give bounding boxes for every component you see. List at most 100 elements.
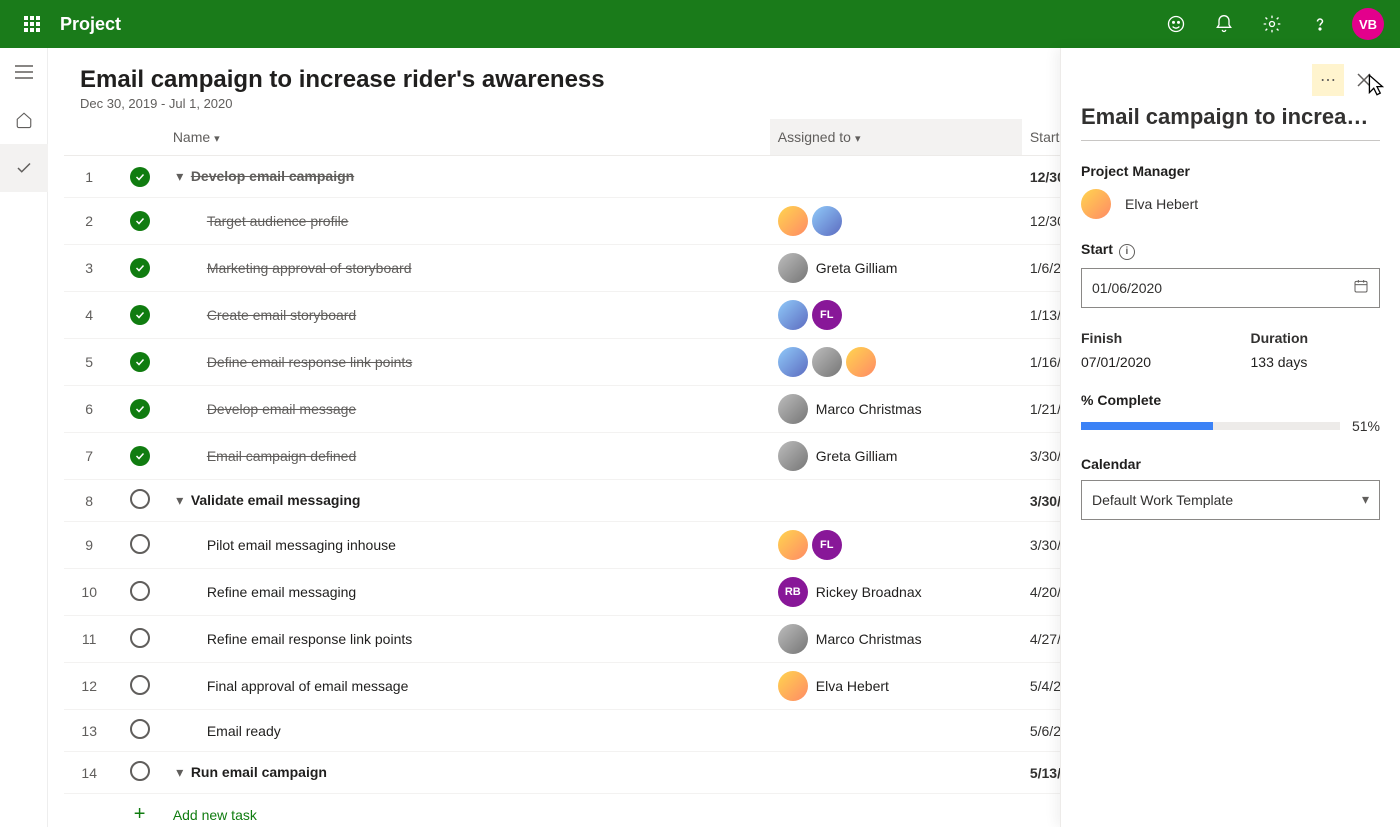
assignee-cell[interactable]: Marco Christmas [770,386,1022,433]
task-status-toggle[interactable] [114,480,164,522]
checkmark-nav-icon[interactable] [0,144,48,192]
task-name: Create email storyboard [207,307,356,323]
task-name: Email campaign defined [207,448,356,464]
task-status-toggle[interactable] [114,522,164,569]
col-state [114,119,164,156]
task-status-toggle[interactable] [114,292,164,339]
user-avatar[interactable]: VB [1352,8,1384,40]
task-status-toggle[interactable] [114,752,164,794]
chevron-down-icon[interactable]: ▾ [173,168,187,185]
row-number: 1 [64,156,114,198]
assignee-name: Greta Gilliam [816,448,898,464]
row-number: 8 [64,480,114,522]
assignee-name: Marco Christmas [816,631,922,647]
assignee-avatar [778,394,808,424]
calendar-label: Calendar [1081,456,1380,472]
task-status-toggle[interactable] [114,156,164,198]
assignee-cell[interactable]: RBRickey Broadnax [770,569,1022,616]
task-name: Target audience profile [207,213,349,229]
panel-close-button[interactable] [1348,64,1380,96]
calendar-select[interactable]: Default Work Template ▾ [1081,480,1380,520]
row-number: 2 [64,198,114,245]
assignee-cell[interactable] [770,339,1022,386]
col-assigned[interactable]: Assigned to▾ [770,119,1022,156]
assignee-cell[interactable] [770,752,1022,794]
task-name-cell[interactable]: ▾Develop email campaign [165,156,770,198]
duration-label: Duration [1251,330,1381,346]
row-number: 7 [64,433,114,480]
assignee-avatar [846,347,876,377]
task-status-toggle[interactable] [114,710,164,752]
start-label: Starti [1081,241,1380,260]
check-done-icon [130,258,150,278]
assignee-cell[interactable]: FL [770,522,1022,569]
task-name-cell[interactable]: Email ready [165,710,770,752]
task-name-cell[interactable]: ▾Validate email messaging [165,480,770,522]
top-bar: Project VB [0,0,1400,48]
project-date-range: Dec 30, 2019 - Jul 1, 2020 [80,96,1157,111]
task-name-cell[interactable]: Target audience profile [165,198,770,245]
assignee-cell[interactable] [770,710,1022,752]
task-name: Final approval of email message [207,678,409,694]
hamburger-icon[interactable] [0,48,48,96]
project-title: Email campaign to increase rider's aware… [80,66,1157,94]
assignee-name: Greta Gilliam [816,260,898,276]
assignee-avatar: FL [812,300,842,330]
task-status-toggle[interactable] [114,386,164,433]
assignee-cell[interactable]: Greta Gilliam [770,433,1022,480]
notifications-icon[interactable] [1200,0,1248,48]
task-name-cell[interactable]: Pilot email messaging inhouse [165,522,770,569]
assignee-avatar: RB [778,577,808,607]
home-icon[interactable] [0,96,48,144]
finish-label: Finish [1081,330,1211,346]
task-name-cell[interactable]: Marketing approval of storyboard [165,245,770,292]
panel-more-button[interactable]: ⋯ [1312,64,1344,96]
task-name-cell[interactable]: Refine email messaging [165,569,770,616]
task-name: Email ready [207,723,281,739]
calendar-icon[interactable] [1353,278,1369,297]
check-open-icon [130,534,150,554]
task-name-cell[interactable]: Refine email response link points [165,616,770,663]
details-panel: ⋯ Email campaign to increase... Project … [1060,48,1400,827]
assignee-cell[interactable] [770,198,1022,245]
task-status-toggle[interactable] [114,616,164,663]
task-status-toggle[interactable] [114,339,164,386]
help-icon[interactable] [1296,0,1344,48]
check-open-icon [130,761,150,781]
plus-icon: + [130,803,150,826]
task-name-cell[interactable]: ▾Run email campaign [165,752,770,794]
assignee-avatar [778,624,808,654]
assignee-cell[interactable]: Elva Hebert [770,663,1022,710]
task-name-cell[interactable]: Email campaign defined [165,433,770,480]
task-status-toggle[interactable] [114,663,164,710]
start-date-input[interactable]: 01/06/2020 [1081,268,1380,308]
assignee-cell[interactable] [770,480,1022,522]
assignee-avatar [778,441,808,471]
row-number: 12 [64,663,114,710]
assignee-cell[interactable]: Marco Christmas [770,616,1022,663]
panel-title: Email campaign to increase... [1081,104,1380,141]
col-name[interactable]: Name▾ [165,119,770,156]
assignee-avatar [778,253,808,283]
task-status-toggle[interactable] [114,569,164,616]
task-name: Define email response link points [207,354,412,370]
emoji-icon[interactable] [1152,0,1200,48]
assignee-cell[interactable] [770,156,1022,198]
assignee-cell[interactable]: Greta Gilliam [770,245,1022,292]
task-status-toggle[interactable] [114,433,164,480]
chevron-down-icon[interactable]: ▾ [173,492,187,509]
chevron-down-icon[interactable]: ▾ [173,764,187,781]
task-name-cell[interactable]: Develop email message [165,386,770,433]
task-status-toggle[interactable] [114,245,164,292]
task-status-toggle[interactable] [114,198,164,245]
info-icon[interactable]: i [1119,244,1135,260]
task-name-cell[interactable]: Define email response link points [165,339,770,386]
row-number: 3 [64,245,114,292]
assignee-cell[interactable]: FL [770,292,1022,339]
finish-value: 07/01/2020 [1081,354,1211,370]
task-name-cell[interactable]: Final approval of email message [165,663,770,710]
task-name-cell[interactable]: Create email storyboard [165,292,770,339]
app-launcher-icon[interactable] [8,0,56,48]
check-open-icon [130,675,150,695]
settings-icon[interactable] [1248,0,1296,48]
